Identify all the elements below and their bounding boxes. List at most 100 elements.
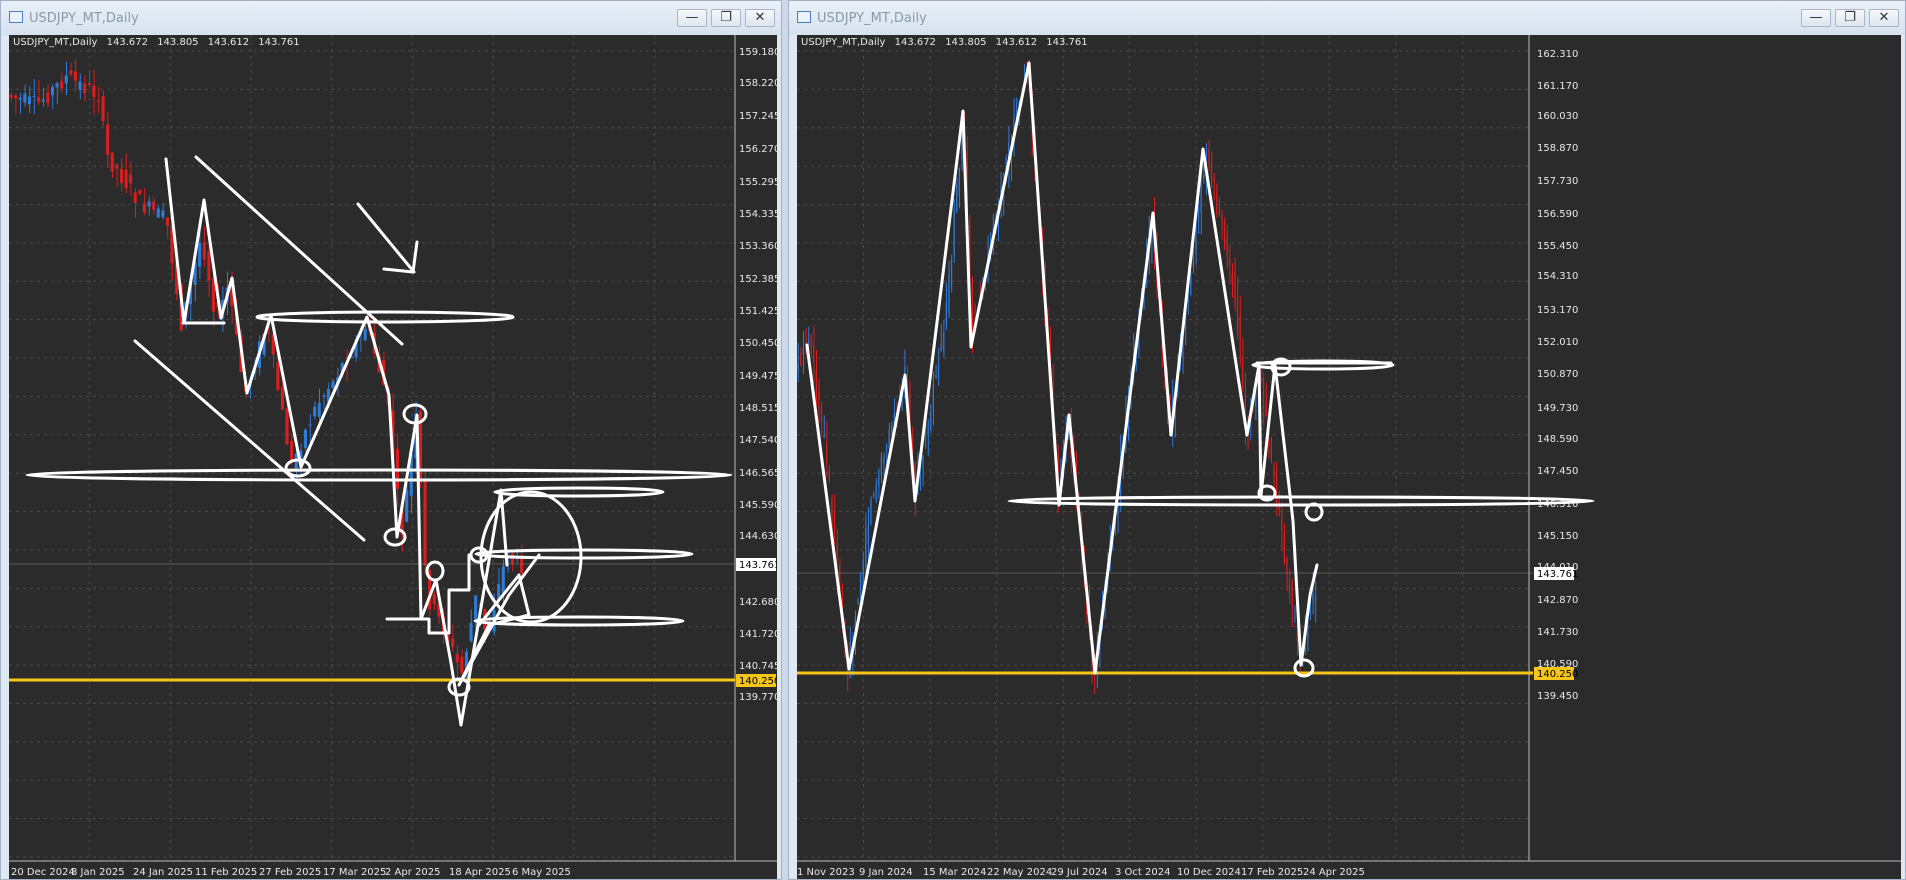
candle: [1213, 177, 1215, 183]
candle: [1288, 579, 1290, 594]
time-tick-label: 10 Dec 2024: [1177, 867, 1241, 878]
candle: [932, 383, 934, 413]
chart-canvas[interactable]: 159.180 158.220 157.245 156.270 155.295 154.3…: [9, 35, 777, 879]
candle: [432, 593, 436, 605]
price-chart[interactable]: 159.180 158.220 157.245 156.270 155.295 154.3…: [9, 35, 777, 879]
candle: [930, 412, 932, 431]
price-tick-label: 141.730: [1537, 627, 1578, 638]
candle: [115, 164, 119, 169]
high-value: 143.805: [945, 37, 987, 48]
candle: [937, 364, 939, 378]
candle: [423, 479, 427, 566]
candle: [891, 424, 893, 434]
candle: [1262, 377, 1264, 407]
time-tick-label: 9 Jan 2024: [859, 867, 913, 878]
candle: [1190, 274, 1192, 295]
price-tick-label: 141.720: [739, 629, 777, 640]
time-tick-label: 29 Jul 2024: [1051, 867, 1108, 878]
candle: [9, 94, 13, 98]
candle: [927, 423, 929, 436]
candle: [820, 406, 822, 423]
candle: [92, 85, 96, 98]
candle: [83, 83, 87, 94]
price-tick-label: 155.450: [1537, 241, 1578, 252]
candle: [207, 250, 211, 281]
candle: [460, 656, 464, 673]
candle: [883, 456, 885, 464]
candle: [161, 210, 165, 218]
candle: [1312, 590, 1314, 601]
price-tick-label: 155.295: [739, 177, 777, 188]
candle: [124, 169, 128, 189]
candle: [138, 190, 142, 195]
chart-canvas[interactable]: 162.310 161.170 160.030 158.870 157.730 156.5…: [797, 35, 1901, 879]
candle: [156, 208, 160, 218]
title-bar[interactable]: USDJPY_MT,Daily — ❐ ✕: [789, 1, 1905, 35]
candle: [1314, 596, 1316, 604]
price-tick-label: 139.770: [739, 692, 777, 703]
candle: [810, 335, 812, 347]
restore-button[interactable]: ❐: [1835, 9, 1865, 27]
candle: [23, 93, 27, 103]
candle: [1291, 581, 1293, 608]
candle: [1270, 438, 1272, 460]
minimize-button[interactable]: —: [1801, 9, 1831, 27]
candle: [60, 81, 64, 89]
price-tick-label: 147.450: [1537, 466, 1578, 477]
candle: [1231, 273, 1233, 284]
candle: [872, 495, 874, 497]
title-bar[interactable]: USDJPY_MT,Daily — ❐ ✕: [1, 1, 781, 35]
price-tick-label: 158.870: [1537, 143, 1578, 154]
minimize-button[interactable]: —: [677, 9, 707, 27]
candle: [32, 96, 36, 98]
chart-window-left[interactable]: USDJPY_MT,Daily — ❐ ✕ 159.180 158.220 157.…: [0, 0, 782, 880]
candle: [276, 362, 280, 390]
chart-window-right[interactable]: USDJPY_MT,Daily — ❐ ✕ 162.310 161.170 160.…: [788, 0, 1906, 880]
candle: [133, 192, 137, 203]
close-button[interactable]: ✕: [1869, 9, 1899, 27]
candle: [1218, 209, 1220, 216]
candle: [101, 95, 105, 121]
price-tick-label: 154.335: [739, 209, 777, 220]
level-price-label: 140.250: [739, 676, 777, 687]
candle: [948, 274, 950, 313]
price-tick-label: 149.475: [739, 371, 777, 382]
price-tick-label: 153.170: [1537, 305, 1578, 316]
candle: [797, 362, 799, 371]
price-tick-label: 145.590: [739, 500, 777, 511]
candle: [924, 439, 926, 441]
price-tick-label: 160.030: [1537, 111, 1578, 122]
price-tick-label: 154.310: [1537, 271, 1578, 282]
candle: [1286, 558, 1288, 575]
candle: [956, 183, 958, 213]
candle: [1234, 271, 1236, 302]
candle: [1203, 175, 1205, 179]
time-tick-label: 17 Mar 2025: [323, 867, 386, 878]
candle: [888, 429, 890, 449]
candle: [828, 470, 830, 482]
price-tick-label: 153.360: [739, 241, 777, 252]
candle: [1283, 532, 1285, 562]
candle: [152, 201, 156, 210]
close-icon: ✕: [1878, 10, 1890, 25]
price-tick-label: 151.425: [739, 306, 777, 317]
close-button[interactable]: ✕: [745, 9, 775, 27]
candle: [1296, 632, 1298, 642]
current-price-label: 143.761: [739, 560, 777, 571]
price-tick-label: 158.220: [739, 78, 777, 89]
candle: [96, 100, 100, 102]
candle: [800, 352, 802, 366]
candle: [945, 302, 947, 325]
price-tick-label: 150.450: [739, 338, 777, 349]
candle: [474, 595, 478, 622]
price-tick-label: 152.010: [1537, 337, 1578, 348]
candle: [935, 374, 937, 378]
price-chart[interactable]: 162.310 161.170 160.030 158.870 157.730 156.5…: [797, 35, 1901, 879]
candle: [815, 370, 817, 397]
price-tick-label: 148.515: [739, 403, 777, 414]
restore-button[interactable]: ❐: [711, 9, 741, 27]
price-tick-label: 140.745: [739, 661, 777, 672]
candle: [455, 653, 459, 663]
candle: [501, 566, 505, 593]
low-value: 143.612: [207, 37, 250, 48]
